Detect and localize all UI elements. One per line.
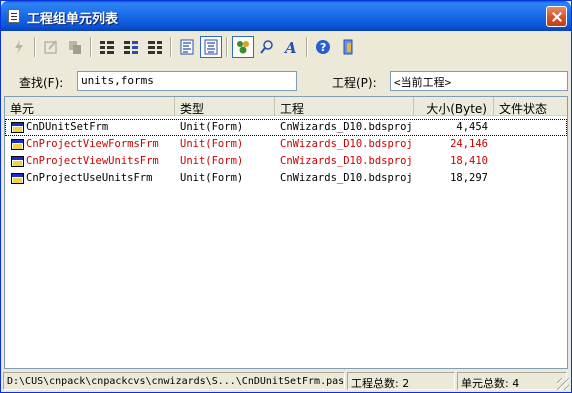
- form-unit-icon: [11, 139, 24, 150]
- report-view-icon: [180, 39, 194, 55]
- svg-text:?: ?: [320, 41, 326, 54]
- list-item[interactable]: CnProjectViewFormsFrm Unit(Form) CnWizar…: [5, 136, 567, 153]
- unit-size: 18,297: [450, 172, 488, 184]
- toolbar-separator: [34, 37, 36, 57]
- help-button[interactable]: ?: [312, 36, 334, 58]
- font-icon: A: [283, 39, 297, 55]
- open-unit-icon: [15, 40, 23, 54]
- window-title: 工程组单元列表: [27, 12, 119, 27]
- unit-name: CnProjectUseUnitsFrm: [26, 172, 153, 184]
- status-bar: D:\CUS\cnpack\cnpackcvs\cnwizards\S...\C…: [1, 371, 571, 392]
- column-header-size[interactable]: 大小(Byte): [414, 97, 494, 116]
- list-view-icon: [148, 41, 162, 54]
- match-start-button[interactable]: [232, 36, 254, 58]
- small-icons-view-button[interactable]: [120, 36, 142, 58]
- column-header-type[interactable]: 类型: [175, 97, 275, 116]
- unit-name: CnDUnitSetFrm: [26, 121, 109, 133]
- toolbar-separator: [90, 37, 92, 57]
- search-label: 查找(F):: [19, 76, 64, 90]
- form-unit-icon: [11, 173, 24, 184]
- list-view-button[interactable]: [144, 36, 166, 58]
- unit-list-window: 工程组单元列表 A ? 查找(F): units,forms 工程(P): <当…: [0, 0, 572, 393]
- unit-list[interactable]: 单元 类型 工程 大小(Byte) 文件状态 CnDUnitSetFrm Uni…: [4, 96, 568, 369]
- toolbar-separator: [226, 37, 228, 57]
- column-header-unit[interactable]: 单元: [5, 97, 175, 116]
- copy-icon: [69, 41, 81, 54]
- form-unit-icon: [11, 156, 24, 167]
- large-icons-view-icon: [100, 41, 114, 54]
- unit-size: 4,454: [456, 121, 488, 133]
- svg-text:A: A: [283, 39, 297, 55]
- large-icons-view-button[interactable]: [96, 36, 118, 58]
- open-unit-button[interactable]: [8, 36, 30, 58]
- edit-icon: [44, 40, 57, 54]
- list-item[interactable]: CnProjectViewUnitsFrm Unit(Form) CnWizar…: [5, 153, 567, 170]
- status-project-count: 工程总数: 2: [347, 372, 455, 390]
- column-header-project[interactable]: 工程: [275, 97, 414, 116]
- toolbar-separator: [170, 37, 172, 57]
- status-unit-count: 单元总数: 4: [457, 372, 567, 390]
- unit-type: Unit(Form): [180, 138, 244, 150]
- list-item[interactable]: CnProjectUseUnitsFrm Unit(Form) CnWizard…: [5, 170, 567, 187]
- column-header-status[interactable]: 文件状态: [494, 97, 566, 116]
- exit-icon: [343, 39, 353, 55]
- unit-name: CnProjectViewUnitsFrm: [26, 155, 159, 167]
- match-start-icon: [237, 41, 249, 54]
- unit-name: CnProjectViewFormsFrm: [26, 138, 159, 150]
- list-header: 单元 类型 工程 大小(Byte) 文件状态: [5, 97, 567, 116]
- details-view-button[interactable]: [200, 36, 222, 58]
- details-view-icon: [204, 39, 218, 55]
- list-item[interactable]: CnDUnitSetFrm Unit(Form) CnWizards_D10.b…: [5, 119, 567, 136]
- edit-button[interactable]: [40, 36, 62, 58]
- toolbar: A ?: [4, 34, 568, 60]
- unit-size: 24,146: [450, 138, 488, 150]
- unit-type: Unit(Form): [180, 172, 244, 184]
- unit-project: CnWizards_D10.bdsproj: [280, 172, 413, 184]
- report-view-button[interactable]: [176, 36, 198, 58]
- small-icons-view-icon: [124, 41, 138, 54]
- form-unit-icon: [11, 122, 24, 133]
- exit-button[interactable]: [338, 36, 360, 58]
- resize-grip-icon[interactable]: [557, 378, 569, 390]
- unit-project: CnWizards_D10.bdsproj: [280, 121, 413, 133]
- help-icon: ?: [316, 40, 330, 54]
- copy-button[interactable]: [64, 36, 86, 58]
- match-any-button[interactable]: [256, 36, 278, 58]
- unit-project: CnWizards_D10.bdsproj: [280, 138, 413, 150]
- match-any-icon: [260, 40, 273, 54]
- font-button[interactable]: A: [280, 36, 302, 58]
- project-label: 工程(P):: [332, 76, 377, 90]
- unit-type: Unit(Form): [180, 155, 244, 167]
- status-file-path: D:\CUS\cnpack\cnpackcvs\cnwizards\S...\C…: [3, 372, 345, 390]
- toolbar-separator: [306, 37, 308, 57]
- unit-type: Unit(Form): [180, 121, 244, 133]
- title-bar[interactable]: 工程组单元列表: [1, 1, 571, 31]
- search-input[interactable]: units,forms: [77, 71, 297, 91]
- close-button[interactable]: [546, 6, 567, 27]
- project-combo[interactable]: <当前工程>: [390, 71, 568, 91]
- project-combo-value: <当前工程>: [394, 76, 452, 89]
- unit-size: 18,410: [450, 155, 488, 167]
- document-list-icon: [8, 9, 20, 23]
- unit-project: CnWizards_D10.bdsproj: [280, 155, 413, 167]
